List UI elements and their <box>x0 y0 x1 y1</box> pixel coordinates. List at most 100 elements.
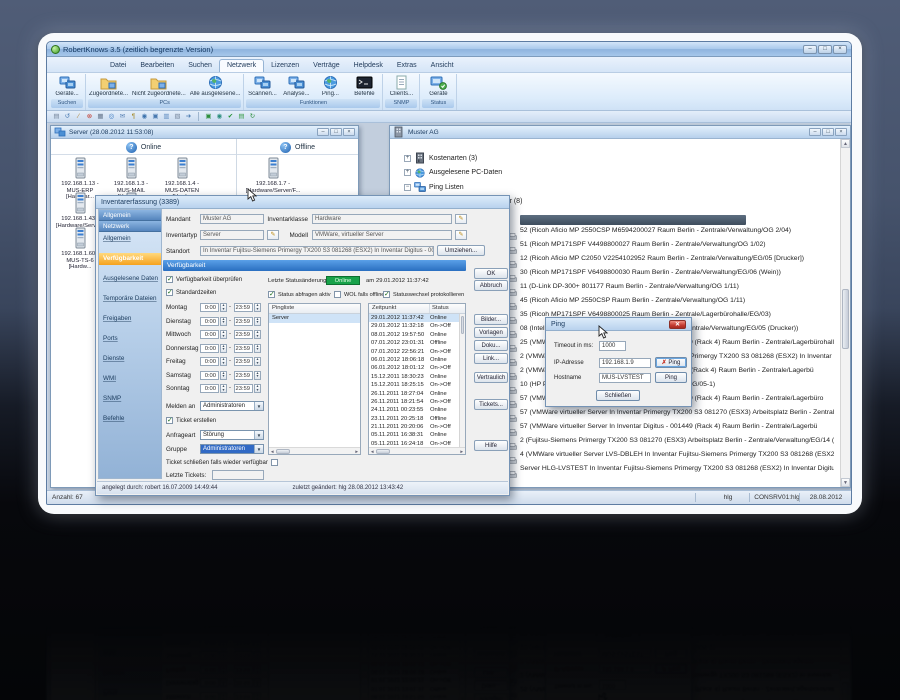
status-abfragen-checkbox[interactable]: ✓ Status abfragen aktiv <box>268 291 331 298</box>
tree-leaf-item[interactable]: 12 (Ricoh Aficio MP C2050 V2254102952 Ra… <box>520 255 834 262</box>
edit-klasse-icon[interactable]: ✎ <box>455 214 467 224</box>
tree-close-button[interactable]: × <box>835 128 847 136</box>
table-row[interactable]: 23.11.2011 20:25:18 Offline <box>369 415 465 423</box>
tree-expander-icon[interactable]: + <box>404 154 411 162</box>
menu-item-suchen[interactable]: Suchen <box>181 60 219 72</box>
search-icon[interactable]: ◎ <box>107 112 116 121</box>
time-to-field[interactable]: 23:59 <box>234 330 253 339</box>
dialog-button-link[interactable]: Link... <box>474 353 508 364</box>
tree-expander-icon[interactable]: − <box>404 183 411 191</box>
table-row[interactable]: 07.01.2012 23:01:31 Offline <box>369 339 465 347</box>
scroll-left-icon[interactable]: ◄ <box>370 449 374 454</box>
tree-expander-icon[interactable]: + <box>404 169 411 176</box>
ribbon-button-clients[interactable]: Clients... <box>384 74 418 97</box>
app-titlebar[interactable]: RobertKnows 3.5 (zeitlich begrenzte Vers… <box>47 42 851 57</box>
time-spinner[interactable]: ▲ ▼ <box>220 357 227 366</box>
wol-checkbox[interactable]: WOL falls offline <box>334 291 384 298</box>
menu-item-lizenzen[interactable]: Lizenzen <box>264 60 306 72</box>
tree-vertical-scrollbar[interactable]: ▲ ▼ <box>840 139 850 487</box>
time-spinner[interactable]: ▲ ▼ <box>254 330 261 339</box>
time-to-field[interactable]: 23:59 <box>234 370 253 380</box>
gruppe-dropdown[interactable]: Administratoren ▼ <box>200 444 264 454</box>
tree-leaf-item[interactable]: 52 (Ricoh Aficio MP 2550CSP M6594200027 … <box>520 227 834 234</box>
chevron-down-icon[interactable]: ▼ <box>254 445 263 453</box>
dialog-button-abbruch[interactable]: Abbruch <box>474 280 508 291</box>
tree-leaf-item[interactable]: 2 (Fujitsu-Siemens Primergy TX200 S3 081… <box>520 437 834 444</box>
umziehen-button[interactable]: Umziehen... <box>437 245 485 256</box>
ribbon-button-nicht-zugeordnete[interactable]: Nicht zugeordnete... <box>130 74 188 97</box>
ribbon-button-ger-te[interactable]: Geräte... <box>50 74 84 97</box>
table-row[interactable]: 29.01.2012 11:32:18 On->Off <box>369 322 465 330</box>
refresh-icon[interactable]: ↻ <box>248 112 257 121</box>
time-to-field[interactable]: 23:59 <box>234 343 253 353</box>
ribbon-button-alle-ausgelesene[interactable]: Alle ausgelesene... <box>188 74 243 97</box>
time-spinner[interactable]: ▲ ▼ <box>254 343 261 353</box>
monitor-icon[interactable]: ▣ <box>151 112 160 121</box>
tree-leaf-item[interactable]: 45 (Ricoh Aficio MP 2550CSP Raum Berlin … <box>520 297 834 304</box>
dialog-button-ok[interactable]: OK <box>474 268 508 279</box>
checkbox-checked-icon[interactable]: ✓ <box>166 417 173 424</box>
ribbon-button-ger-te[interactable]: Geräte <box>421 74 455 97</box>
server-minimize-button[interactable]: – <box>317 128 329 136</box>
pingliste-hscrollbar[interactable]: ◄ ► <box>269 447 360 454</box>
table-row[interactable]: 06.01.2012 18:01:12 On->Off <box>369 364 465 372</box>
edit-modell-icon[interactable]: ✎ <box>455 230 467 240</box>
tree-selected-item[interactable] <box>520 215 746 225</box>
menu-item-extras[interactable]: Extras <box>390 60 424 72</box>
stop-icon[interactable]: ⊗ <box>85 112 94 121</box>
scroll-up-icon[interactable]: ▲ <box>841 139 850 148</box>
tree-leaf-item[interactable]: 11 (D-Link DP-300+ 801177 Raum Berlin - … <box>520 283 834 290</box>
pingliste-header[interactable]: Pingliste <box>269 304 360 314</box>
table-row[interactable]: 05.11.2011 16:38:31 Online <box>369 431 465 439</box>
time-to-field[interactable]: 23:59 <box>234 303 253 312</box>
scroll-down-icon[interactable]: ▼ <box>841 478 850 487</box>
anfrageart-dropdown[interactable]: Störung ▼ <box>200 430 264 440</box>
table-row[interactable]: 15.12.2011 18:25:15 On->Off <box>369 381 465 389</box>
time-from-field[interactable]: 0:00 <box>200 316 219 326</box>
checkbox-unchecked-icon[interactable] <box>334 291 341 298</box>
timeout-field[interactable]: 1000 <box>599 341 626 351</box>
ip-field[interactable]: 192.168.1.9 <box>599 358 651 368</box>
tree-leaf-item[interactable]: 51 (Ricoh MP171SPF V4498800027 Raum Berl… <box>520 241 834 248</box>
tree-minimize-button[interactable]: – <box>809 128 821 136</box>
sidebar-item-wmi[interactable]: WMI <box>99 373 161 385</box>
scroll-left-icon[interactable]: ◄ <box>270 449 274 454</box>
modell-field[interactable]: VMWare, virtueller Server <box>312 230 452 240</box>
print-icon[interactable]: ▦ <box>96 112 105 121</box>
dialog-button-doku[interactable]: Doku... <box>474 340 508 351</box>
dialog-button-vertraulich[interactable]: Vertraulich <box>474 372 508 383</box>
time-spinner[interactable]: ▲ ▼ <box>254 357 261 366</box>
minimize-button[interactable]: – <box>803 44 817 54</box>
time-from-field[interactable]: 0:00 <box>200 357 219 366</box>
new-document-icon[interactable]: ▤ <box>52 112 61 121</box>
scroll-right-icon[interactable]: ► <box>355 449 359 454</box>
time-spinner[interactable]: ▲ ▼ <box>220 303 227 312</box>
ping-close-icon[interactable]: ✕ <box>669 319 686 329</box>
time-spinner[interactable]: ▲ ▼ <box>254 370 261 380</box>
tree-window-titlebar[interactable]: Muster AG – □ × <box>390 126 850 139</box>
time-spinner[interactable]: ▲ ▼ <box>220 316 227 326</box>
table-vertical-scrollbar[interactable] <box>459 314 465 447</box>
table-row[interactable]: 26.11.2011 18:21:54 On->Off <box>369 398 465 406</box>
time-spinner[interactable]: ▲ ▼ <box>220 384 227 393</box>
scrollbar-thumb[interactable] <box>842 289 849 349</box>
ping-ip-button[interactable]: ✗ Ping <box>655 357 687 368</box>
ribbon-button-scannen[interactable]: Scannen... <box>245 74 279 97</box>
chevron-down-icon[interactable]: ▼ <box>254 402 263 410</box>
sidebar-item-tempor-re-dateien[interactable]: Temporäre Dateien <box>99 293 161 305</box>
standort-field[interactable]: In Inventar Fujitsu-Siemens Primergy TX2… <box>200 246 434 256</box>
dialog-button-bilder[interactable]: Bilder... <box>474 314 508 325</box>
mail-icon[interactable]: ✉ <box>118 112 127 121</box>
tree-node-ping-listen[interactable]: − Ping Listen <box>404 181 464 193</box>
dialog-button-hilfe[interactable]: Hilfe <box>474 440 508 451</box>
menu-item-ansicht[interactable]: Ansicht <box>424 60 461 72</box>
menu-item-vertr-ge[interactable]: Verträge <box>306 60 346 72</box>
sidebar-item-verf-gbarkeit[interactable]: Verfügbarkeit <box>99 253 161 265</box>
inventar-dialog-titlebar[interactable]: Inventarerfassung (3389) <box>96 196 509 209</box>
close-button[interactable]: × <box>833 44 847 54</box>
sidebar-header-allgemein[interactable]: Allgemein <box>99 210 161 221</box>
scrollbar-thumb[interactable] <box>461 316 464 334</box>
sidebar-item-snmp[interactable]: SNMP <box>99 393 161 405</box>
menu-item-bearbeiten[interactable]: Bearbeiten <box>133 60 181 72</box>
sidebar-item-allgemein[interactable]: Allgemein <box>99 233 161 245</box>
